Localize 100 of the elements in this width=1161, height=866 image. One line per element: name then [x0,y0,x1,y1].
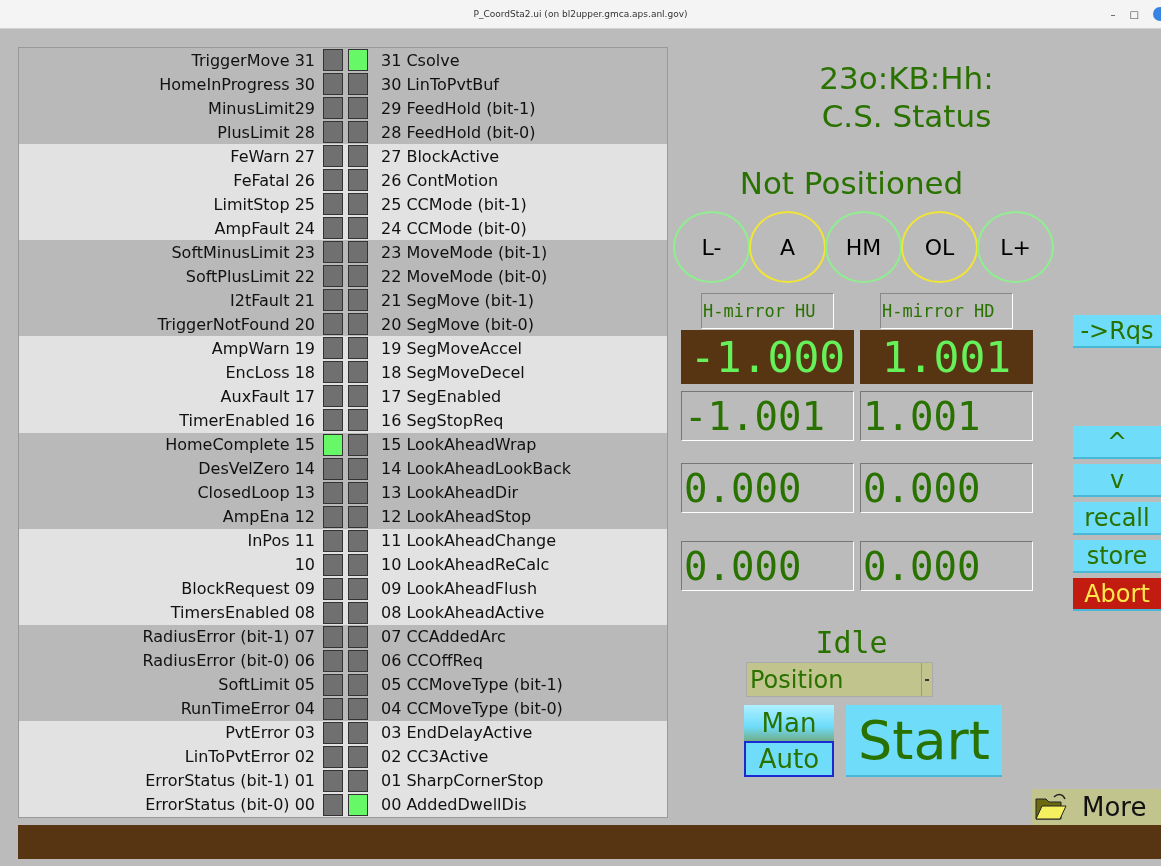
status-indicator: HM [825,211,902,283]
bit-label: FeFatal 26 [232,170,316,190]
value-field[interactable]: 0.000 [860,463,1033,513]
bit-label: LimitStop 25 [212,194,316,214]
bit-label: ErrorStatus (bit-1) 01 [144,771,316,791]
close-icon[interactable] [1153,7,1161,21]
bit-label: 06 CCOffReq [380,651,483,671]
nav-button[interactable]: v [1073,464,1161,497]
bit-label: 20 SegMove (bit-0) [380,314,534,334]
mode-toggle[interactable]: Man [744,705,834,741]
bit-label: BlockRequest 09 [180,579,316,599]
bit-label: 15 LookAheadWrap [380,435,537,454]
bit-label: I2tFault 21 [229,290,316,310]
caret-icon [925,678,929,681]
window-title: P_CoordSta2.ui (on bl2upper.gmca.aps.anl.gov) [473,9,688,19]
bit-label: 02 CC3Active [380,747,489,767]
bit-label: 08 LookAheadActive [380,603,545,623]
position-state: Not Positioned [738,165,965,201]
motion-state: Idle [814,625,889,660]
folder-icon [1034,791,1068,823]
bit-label: 13 LookAheadDir [380,483,519,503]
maximize-button[interactable]: □ [1129,8,1139,20]
bit-label: 24 CCMode (bit-0) [380,218,527,238]
bit-label: AuxFault 17 [219,386,316,406]
bit-label: HomeInProgress 30 [158,74,316,94]
bit-label: 17 SegEnabled [380,386,502,406]
bit-label: 27 BlockActive [380,146,500,166]
bit-label: LinToPvtError 02 [183,747,316,767]
bit-label: 23 MoveMode (bit-1) [380,242,548,262]
readback-value: 1.001 [860,330,1033,384]
status-title: C.S. Status [820,97,993,135]
minimize-button[interactable]: – [1110,8,1116,20]
bit-label: 09 LookAheadFlush [380,579,538,599]
nav-button[interactable]: recall [1073,502,1161,535]
status-indicator: L- [673,211,750,283]
bit-label: 07 CCAddedArc [380,627,506,647]
bit-label: 19 SegMoveAccel [380,338,523,358]
mode-toggle[interactable]: Auto [744,741,834,777]
bit-label: TriggerMove 31 [190,50,316,70]
axis-name: H-mirror HU [701,293,834,329]
bit-label: 11 LookAheadChange [380,531,557,551]
bit-label: 30 LinToPvtBuf [380,74,499,94]
bit-label: 16 SegStopReq [380,411,504,430]
status-title: 23o:KB:Hh: [818,59,995,97]
bit-label: 29 FeedHold (bit-1) [380,98,536,118]
bit-label: 10 [293,555,316,575]
bit-label: 26 ContMotion [380,170,499,190]
bit-label: ErrorStatus (bit-0) 00 [144,795,316,815]
readback-value: -1.000 [681,330,854,384]
bit-label: 01 SharpCornerStop [380,771,544,791]
bit-label: SoftPlusLimit 22 [184,266,316,286]
value-field[interactable]: 0.000 [681,541,854,591]
bit-label: InPos 11 [246,531,316,551]
bit-label: SoftMinusLimit 23 [170,242,316,262]
status-indicator: OL [901,211,978,283]
bit-label: RadiusError (bit-1) 07 [141,627,316,647]
bit-label: 12 LookAheadStop [380,507,532,527]
bit-label: ClosedLoop 13 [196,483,316,503]
abort-button[interactable]: Abort [1073,578,1161,611]
bit-label: 00 AddedDwellDis [380,795,527,815]
setpoint-field[interactable]: -1.001 [681,391,854,441]
transfer-button[interactable]: ->Rqs [1073,315,1161,348]
bit-label: 04 CCMoveType (bit-0) [380,699,563,719]
bit-label: FeWarn 27 [229,146,316,166]
status-indicator: L+ [977,211,1054,283]
bit-label: TriggerNotFound 20 [156,314,316,334]
bit-label: TimersEnabled 08 [169,603,316,623]
more-button[interactable]: More [1032,789,1161,825]
bit-label: TimerEnabled 16 [178,411,316,430]
start-button[interactable]: Start [846,705,1002,777]
mode-dropdown[interactable]: Position [746,662,933,697]
bit-label: 03 EndDelayActive [380,723,533,743]
bit-label: DesVelZero 14 [197,459,316,479]
status-indicator: A [749,211,826,283]
bit-label: 21 SegMove (bit-1) [380,290,534,310]
bit-label: AmpEna 12 [221,507,316,527]
bit-label: PvtError 03 [224,723,316,743]
bit-label: 31 Csolve [380,50,460,70]
bit-label: EncLoss 18 [224,362,316,382]
bit-label: AmpFault 24 [213,218,316,238]
bit-label: PlusLimit 28 [216,122,316,142]
bit-label: MinusLimit29 [207,98,316,118]
bit-label: RunTimeError 04 [179,699,316,719]
bit-label: RadiusError (bit-0) 06 [141,651,316,671]
bit-label: AmpWarn 19 [210,338,316,358]
bit-label: 25 CCMode (bit-1) [380,194,527,214]
value-field[interactable]: 0.000 [681,463,854,513]
bit-label: 10 LookAheadReCalc [380,555,550,575]
bit-label: SoftLimit 05 [217,675,316,695]
bit-label: 18 SegMoveDecel [380,362,525,382]
bit-label: 28 FeedHold (bit-0) [380,122,536,142]
bit-label: 14 LookAheadLookBack [380,459,572,479]
setpoint-field[interactable]: 1.001 [860,391,1033,441]
bit-label: 22 MoveMode (bit-0) [380,266,548,286]
nav-button[interactable]: ^ [1073,426,1161,459]
bit-label: 05 CCMoveType (bit-1) [380,675,563,695]
value-field[interactable]: 0.000 [860,541,1033,591]
nav-button[interactable]: store [1073,540,1161,573]
bit-label: HomeComplete 15 [164,435,316,454]
axis-name: H-mirror HD [880,293,1013,329]
